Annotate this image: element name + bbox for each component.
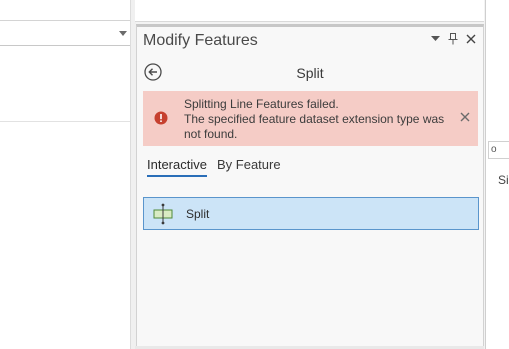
- modify-features-pane: Modify Features Split Splitting Line Fea…: [136, 24, 484, 349]
- error-text: Splitting Line Features failed. The spec…: [184, 97, 449, 142]
- chevron-down-icon[interactable]: [119, 31, 127, 36]
- pane-title: Modify Features: [143, 32, 258, 49]
- top-strip: [135, 0, 484, 22]
- tab-interactive[interactable]: Interactive: [147, 155, 207, 177]
- error-title: Splitting Line Features failed.: [184, 97, 339, 111]
- split-tool-item[interactable]: Split: [143, 197, 479, 230]
- error-detail: The specified feature dataset extension …: [184, 112, 445, 141]
- right-panel-field[interactable]: o: [488, 141, 509, 159]
- error-icon: [154, 111, 168, 125]
- close-icon[interactable]: [465, 33, 477, 45]
- tool-title: Split: [296, 65, 324, 81]
- split-tool-label: Split: [186, 207, 210, 221]
- pane-menu-icon[interactable]: [429, 33, 441, 45]
- tab-by-feature[interactable]: By Feature: [217, 155, 281, 177]
- error-message: Splitting Line Features failed. The spec…: [143, 91, 478, 146]
- left-dropdown[interactable]: [0, 28, 131, 46]
- pin-icon[interactable]: [447, 33, 459, 45]
- divider: [0, 121, 131, 122]
- split-line-icon: [153, 203, 173, 225]
- pane-controls: [429, 32, 477, 46]
- dismiss-error-icon[interactable]: [459, 111, 471, 123]
- tab-strip: Interactive By Feature: [147, 155, 281, 177]
- app-window: o Siz Modify Features: [0, 0, 509, 349]
- left-panel: [0, 0, 131, 349]
- right-panel: o Siz: [485, 0, 509, 349]
- left-toolbar: [0, 0, 131, 21]
- right-panel-label: Siz: [498, 173, 509, 187]
